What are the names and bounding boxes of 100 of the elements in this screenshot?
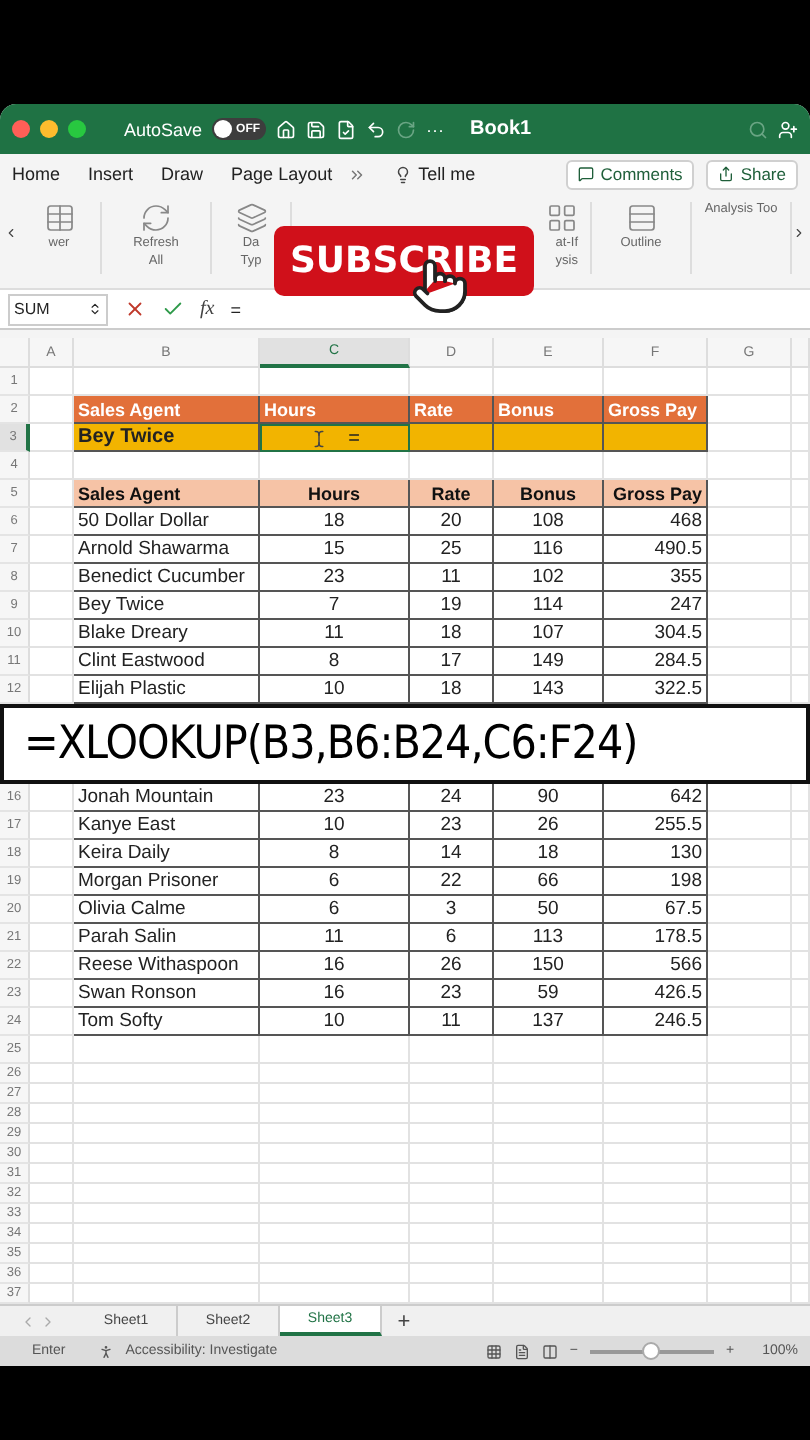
table-cell[interactable]: [604, 424, 708, 452]
table-cell: 20: [410, 508, 494, 536]
zoom-slider-thumb[interactable]: [642, 1341, 660, 1359]
active-cell[interactable]: =: [260, 424, 410, 452]
table-cell: 247: [604, 592, 708, 620]
table-cell: 59: [494, 980, 604, 1008]
table-cell: 113: [494, 924, 604, 952]
table-cell: 149: [494, 648, 604, 676]
more-tabs-icon[interactable]: [348, 165, 367, 183]
table-cell: Morgan Prisoner: [74, 868, 260, 896]
grid-icon: [546, 202, 578, 234]
table-cell: 107: [494, 620, 604, 648]
name-box[interactable]: SUM: [8, 293, 108, 325]
confirm-icon[interactable]: [162, 298, 184, 320]
table-cell: 426.5: [604, 980, 708, 1008]
table-cell[interactable]: [494, 424, 604, 452]
save-as-icon[interactable]: [336, 119, 357, 139]
scroll-left-icon[interactable]: [4, 226, 18, 240]
lookup-name-cell: Bey Twice: [74, 424, 260, 452]
redo-icon[interactable]: [396, 119, 417, 139]
speech-bubble-icon: [578, 166, 595, 182]
page-break-icon[interactable]: [541, 1343, 558, 1359]
share-button[interactable]: Share: [706, 159, 798, 189]
table-cell: 10: [260, 1008, 410, 1036]
page-layout-icon[interactable]: [513, 1343, 530, 1359]
formula-field[interactable]: =: [230, 299, 241, 319]
outline-icon: [625, 202, 657, 234]
ribbon-tab[interactable]: Insert: [88, 164, 134, 184]
table-cell: 490.5: [604, 536, 708, 564]
close-button[interactable]: [12, 120, 30, 138]
table-cell: Rate: [410, 480, 494, 508]
table-cell: 246.5: [604, 1008, 708, 1036]
table-cell: 11: [260, 620, 410, 648]
table-cell: 8: [260, 648, 410, 676]
table-cell: 11: [260, 924, 410, 952]
table-cell: 15: [260, 536, 410, 564]
tell-me-button[interactable]: Tell me: [394, 164, 476, 184]
table-cell: 11: [410, 564, 494, 592]
table-cell: 18: [260, 508, 410, 536]
save-icon[interactable]: [306, 119, 327, 139]
table-cell: 14: [410, 840, 494, 868]
table-cell: 8: [260, 840, 410, 868]
minimize-button[interactable]: [40, 120, 58, 138]
table-cell: 23: [410, 980, 494, 1008]
table-cell: 19: [410, 592, 494, 620]
scroll-right-icon[interactable]: [792, 226, 806, 240]
column-header[interactable]: [792, 338, 810, 368]
table-cell: 198: [604, 868, 708, 896]
ribbon-tab[interactable]: Draw: [161, 164, 204, 184]
table-cell: Reese Withaspoon: [74, 952, 260, 980]
table-cell: 102: [494, 564, 604, 592]
table-cell: 6: [260, 896, 410, 924]
function-button[interactable]: fx: [200, 298, 215, 320]
table-cell: 11: [410, 1008, 494, 1036]
table-cell: 18: [494, 840, 604, 868]
person-icon[interactable]: [778, 119, 798, 139]
table-cell: 16: [260, 952, 410, 980]
ribbon-tab[interactable]: Page Layout: [231, 164, 333, 184]
table-cell: 468: [604, 508, 708, 536]
table-cell: Sales Agent: [74, 396, 260, 424]
maximize-button[interactable]: [68, 120, 86, 138]
search-icon[interactable]: [748, 119, 768, 139]
table-cell: 66: [494, 868, 604, 896]
table-cell: 22: [410, 868, 494, 896]
table-cell: 566: [604, 952, 708, 980]
previous-sheet-icon[interactable]: [20, 1313, 36, 1329]
table-cell: Gross Pay: [604, 480, 708, 508]
table-cell: Jonah Mountain: [74, 784, 260, 812]
table-cell: 18: [410, 620, 494, 648]
ribbon-tab[interactable]: Home: [12, 164, 61, 184]
comments-button[interactable]: Comments: [566, 159, 695, 189]
undo-icon[interactable]: [366, 119, 387, 139]
table-cell: Bonus: [494, 480, 604, 508]
table-cell: 143: [494, 676, 604, 704]
table-cell: Kanye East: [74, 812, 260, 840]
home-icon[interactable]: [276, 119, 297, 139]
table-cell: Clint Eastwood: [74, 648, 260, 676]
table-cell: 6: [260, 868, 410, 896]
table-cell: 23: [260, 564, 410, 592]
table-cell[interactable]: [410, 424, 494, 452]
table-cell: Gross Pay: [604, 396, 708, 424]
table-cell: 255.5: [604, 812, 708, 840]
table-cell: 26: [410, 952, 494, 980]
text-cursor-icon: [310, 429, 329, 447]
window-title: Book1: [470, 118, 532, 140]
table-cell: 24: [410, 784, 494, 812]
table-cell: 6: [410, 924, 494, 952]
table-cell: Tom Softy: [74, 1008, 260, 1036]
normal-view-icon[interactable]: [485, 1343, 502, 1359]
table-cell: 23: [260, 784, 410, 812]
subscribe-button[interactable]: SUBSCRIBE: [274, 226, 534, 296]
more-button[interactable]: ···: [426, 119, 445, 139]
table-cell: 322.5: [604, 676, 708, 704]
table-cell: Swan Ronson: [74, 980, 260, 1008]
select-all-button[interactable]: [0, 338, 30, 368]
share-icon: [718, 166, 735, 182]
table-cell: Elijah Plastic: [74, 676, 260, 704]
add-sheet-button[interactable]: +: [382, 1306, 426, 1336]
next-sheet-icon[interactable]: [40, 1313, 56, 1329]
cancel-icon[interactable]: [124, 298, 146, 320]
